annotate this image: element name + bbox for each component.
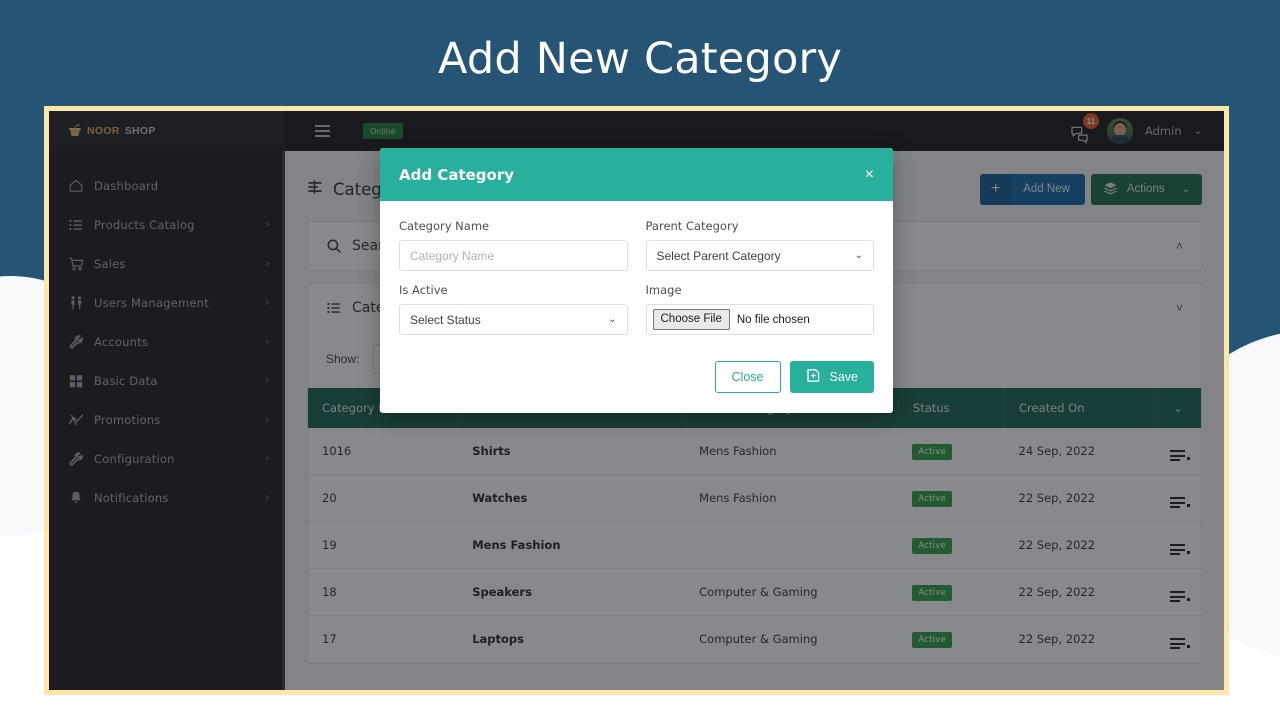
admin-app: NOOR SHOP Dashboard — [49, 111, 1224, 690]
modal-body: Category Name Category Name Parent Categ… — [380, 201, 893, 345]
parent-category-select[interactable]: Select Parent Category ⌄ — [646, 240, 875, 271]
parent-category-value: Select Parent Category — [657, 249, 781, 263]
save-label: Save — [830, 370, 859, 384]
field-category-name: Category Name Category Name — [399, 219, 628, 271]
close-button[interactable]: Close — [715, 361, 781, 393]
modal-footer: Close Save — [380, 345, 893, 413]
add-category-modal: Add Category × Category Name Category Na… — [380, 148, 893, 413]
image-label: Image — [646, 283, 875, 297]
choose-file-button[interactable]: Choose File — [653, 309, 730, 330]
no-file-chosen-label: No file chosen — [737, 314, 810, 326]
is-active-value: Select Status — [410, 313, 481, 327]
chevron-down-icon: ⌄ — [608, 314, 616, 325]
parent-category-label: Parent Category — [646, 219, 875, 233]
category-name-placeholder: Category Name — [410, 249, 494, 263]
modal-header: Add Category × — [380, 148, 893, 201]
slide-title: Add New Category — [0, 34, 1280, 84]
save-icon — [806, 368, 821, 386]
close-icon[interactable]: × — [865, 167, 874, 183]
image-file-input[interactable]: Choose File No file chosen — [646, 304, 875, 335]
screenshot-frame: NOOR SHOP Dashboard — [44, 106, 1229, 695]
is-active-label: Is Active — [399, 283, 628, 297]
modal-title: Add Category — [399, 166, 514, 184]
field-is-active: Is Active Select Status ⌄ — [399, 283, 628, 335]
save-button[interactable]: Save — [790, 361, 875, 393]
chevron-down-icon: ⌄ — [855, 250, 863, 261]
field-parent-category: Parent Category Select Parent Category ⌄ — [646, 219, 875, 271]
field-image: Image Choose File No file chosen — [646, 283, 875, 335]
category-name-input[interactable]: Category Name — [399, 240, 628, 271]
is-active-select[interactable]: Select Status ⌄ — [399, 304, 628, 335]
category-name-label: Category Name — [399, 219, 628, 233]
